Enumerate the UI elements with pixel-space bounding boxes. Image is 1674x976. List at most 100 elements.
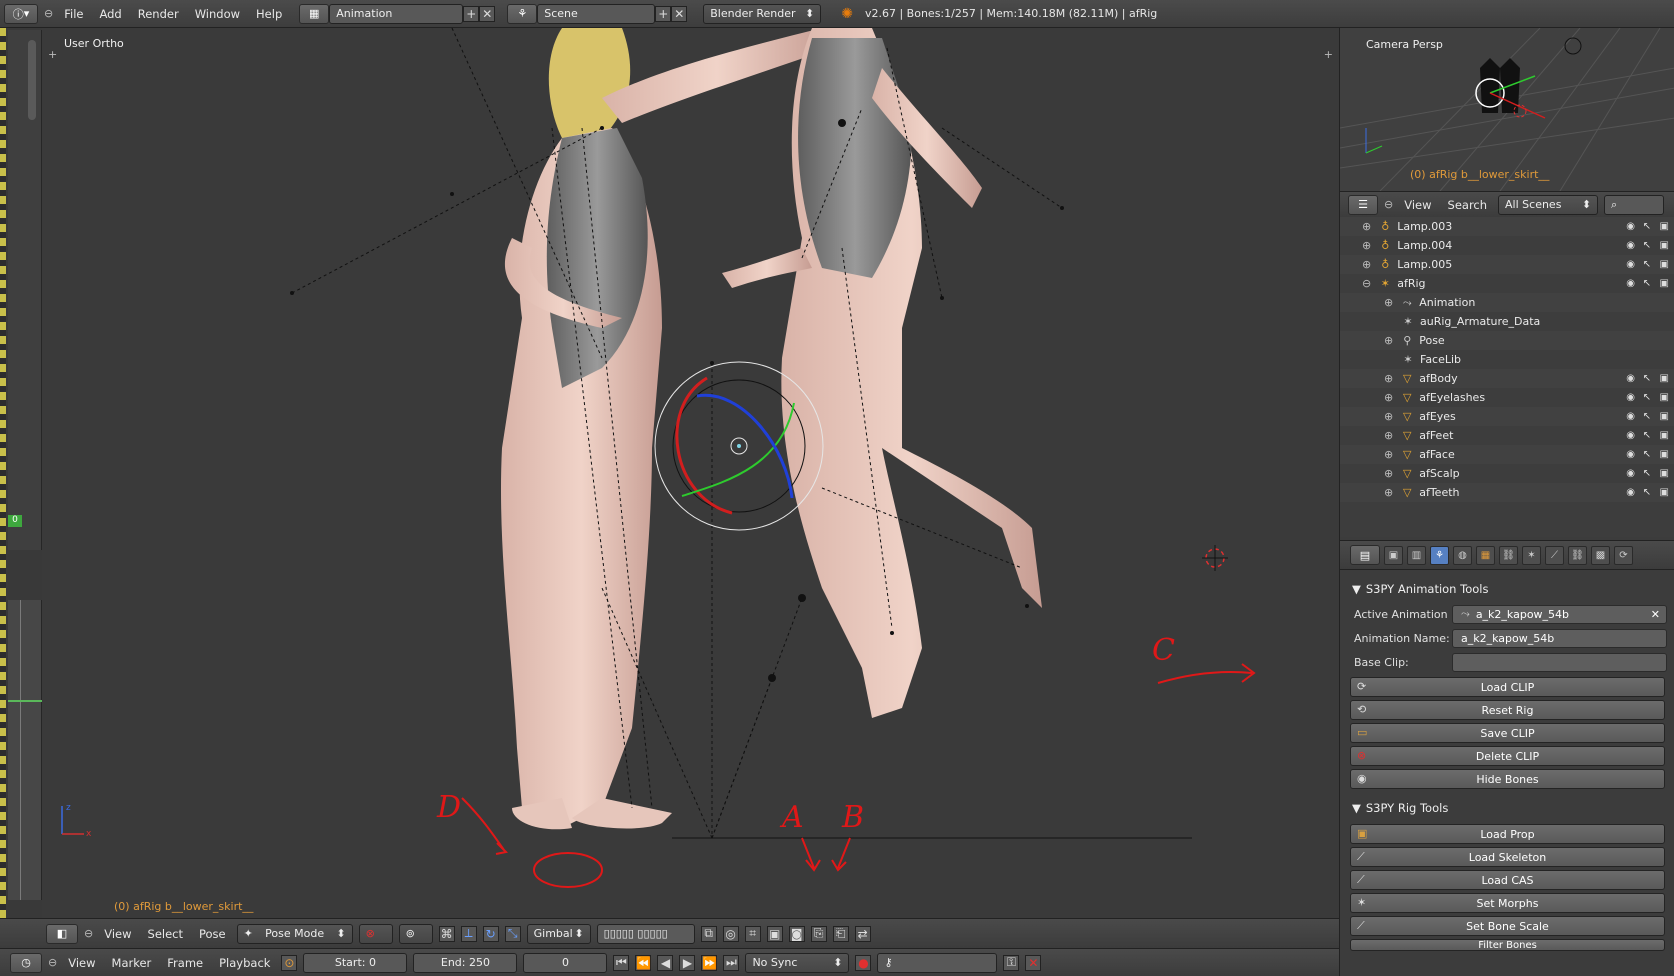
eye-icon[interactable]: ◉	[1626, 373, 1635, 384]
add-scene-icon[interactable]: +	[655, 5, 672, 22]
cursor-icon[interactable]: ↖	[1643, 487, 1651, 498]
expand-icon[interactable]: ⊕	[1384, 486, 1393, 499]
outliner-row[interactable]: ⊕ ▽ afFeet ◉ ↖ ▣	[1340, 426, 1674, 445]
current-frame-field[interactable]: 0	[523, 952, 608, 973]
scene-field[interactable]: Scene	[537, 3, 656, 24]
camera-icon[interactable]: ▣	[1660, 411, 1669, 422]
camera-icon[interactable]: ▣	[1660, 487, 1669, 498]
menu-frame[interactable]: Frame	[162, 956, 208, 970]
jump-start-icon[interactable]: ⏮	[613, 954, 630, 971]
expand-icon[interactable]: ⊕	[1384, 334, 1393, 347]
copy-pose-icon[interactable]: ⎘	[810, 925, 827, 942]
expand-icon[interactable]: ⊕	[1384, 391, 1393, 404]
display-mode-select[interactable]: All Scenes ⬍	[1498, 194, 1599, 215]
timeline-ruler[interactable]	[8, 600, 42, 900]
outliner-row[interactable]: ⊖ ✶ afRig ◉ ↖ ▣	[1340, 274, 1674, 293]
jump-next-keyframe-icon[interactable]: ⏩	[701, 954, 718, 971]
load-clip-button[interactable]: ⟳ Load CLIP	[1350, 677, 1665, 697]
load-cas-button[interactable]: ⟋ Load CAS	[1350, 870, 1665, 890]
physics-tab-icon[interactable]: ⟳	[1614, 545, 1633, 565]
expand-icon[interactable]: ⊕	[1384, 372, 1393, 385]
menu-render[interactable]: Render	[133, 7, 184, 21]
camera-icon[interactable]: ▣	[1660, 259, 1669, 270]
world-tab-icon[interactable]: ◍	[1453, 545, 1472, 565]
collapse-menu-icon[interactable]: ⊖	[44, 7, 53, 20]
expand-icon[interactable]: ⊕	[1384, 410, 1393, 423]
eye-icon[interactable]: ◉	[1626, 487, 1635, 498]
render-camera-icon[interactable]: ◙	[788, 925, 805, 942]
editor-type-3dview-button[interactable]: ◧	[46, 923, 78, 944]
hide-bones-button[interactable]: ◉ Hide Bones	[1350, 769, 1665, 789]
menu-search[interactable]: Search	[1443, 198, 1493, 212]
lock-camera-icon[interactable]: ⧉	[700, 925, 717, 942]
animation-name-input[interactable]: a_k2_kapow_54b	[1452, 628, 1667, 648]
outliner-tree[interactable]: ⊕ ♁ Lamp.003 ◉ ↖ ▣ ⊕ ♁ Lamp.004 ◉ ↖ ▣ ⊕ ♁ Lamp.005 ◉ ↖…	[1340, 217, 1674, 537]
camera-icon[interactable]: ▣	[1660, 430, 1669, 441]
eye-icon[interactable]: ◉	[1626, 240, 1635, 251]
outliner-row[interactable]: ⊕ ♁ Lamp.003 ◉ ↖ ▣	[1340, 217, 1674, 236]
outliner-row[interactable]: ⊕ ▽ afTeeth ◉ ↖ ▣	[1340, 483, 1674, 502]
remove-scene-icon[interactable]: ✕	[671, 5, 688, 22]
editor-type-outliner-button[interactable]: ☰	[1348, 194, 1378, 215]
add-screen-icon[interactable]: +	[463, 5, 480, 22]
menu-playback[interactable]: Playback	[214, 956, 275, 970]
cursor-icon[interactable]: ↖	[1643, 449, 1651, 460]
set-bone-scale-button[interactable]: ⟋ Set Bone Scale	[1350, 916, 1665, 936]
collapse-menu-icon[interactable]: ⊖	[84, 927, 93, 940]
mode-select[interactable]: ✦ Pose Mode ⬍	[236, 923, 353, 944]
expand-icon[interactable]: ⊕	[1384, 296, 1393, 309]
render-layers-tab-icon[interactable]: ▥	[1407, 545, 1426, 565]
eye-icon[interactable]: ◉	[1626, 221, 1635, 232]
base-clip-input[interactable]	[1452, 652, 1667, 672]
preview-range-icon[interactable]: ⊙	[281, 954, 298, 971]
menu-add[interactable]: Add	[94, 7, 126, 21]
outliner-row[interactable]: ⊕ ▽ afScalp ◉ ↖ ▣	[1340, 464, 1674, 483]
bone-tab-icon[interactable]: ⟋	[1545, 545, 1564, 565]
play-icon[interactable]: ▶	[679, 954, 696, 971]
eye-icon[interactable]: ◉	[1626, 278, 1635, 289]
layer-buttons[interactable]: ▯▯▯▯▯ ▯▯▯▯▯	[596, 923, 695, 944]
camera-viewport[interactable]: Camera Persp (0) afRig b__lower_skirt__	[1340, 28, 1674, 191]
menu-window[interactable]: Window	[190, 7, 245, 21]
scrollbar-thumb[interactable]	[28, 40, 36, 120]
camera-icon[interactable]: ▣	[1660, 392, 1669, 403]
reset-rig-button[interactable]: ⟲ Reset Rig	[1350, 700, 1665, 720]
play-reverse-icon[interactable]: ◀	[657, 954, 674, 971]
screen-layout-field[interactable]: Animation	[329, 3, 464, 24]
delete-clip-button[interactable]: ⊗ Delete CLIP	[1350, 746, 1665, 766]
screen-layout-browse-button[interactable]: ▦	[299, 3, 330, 24]
view-plus-icon[interactable]: +	[1324, 48, 1333, 61]
expand-icon[interactable]: ⊕	[1362, 220, 1371, 233]
menu-marker[interactable]: Marker	[107, 956, 157, 970]
constraints-tab-icon[interactable]: ⛓	[1499, 545, 1518, 565]
load-prop-button[interactable]: ▣ Load Prop	[1350, 824, 1665, 844]
menu-view[interactable]: View	[99, 927, 136, 941]
outliner-row[interactable]: ✶ FaceLib	[1340, 350, 1674, 369]
expand-icon[interactable]: ⊕	[1384, 448, 1393, 461]
cursor-icon[interactable]: ↖	[1643, 278, 1651, 289]
delete-keyframe-icon[interactable]: ✕	[1025, 954, 1042, 971]
transform-orientation-select[interactable]: Gimbal ⬍	[526, 923, 591, 944]
clear-icon[interactable]: ✕	[1651, 608, 1660, 621]
collapse-icon[interactable]: ⊖	[1362, 277, 1371, 290]
menu-view[interactable]: View	[1399, 198, 1436, 212]
camera-icon[interactable]: ▣	[1660, 240, 1669, 251]
scene-browse-button[interactable]: ⚘	[507, 3, 538, 24]
cursor-icon[interactable]: ↖	[1643, 392, 1651, 403]
eye-icon[interactable]: ◉	[1626, 259, 1635, 270]
load-skeleton-button[interactable]: ⟋ Load Skeleton	[1350, 847, 1665, 867]
editor-type-properties-button[interactable]: ▤	[1350, 545, 1380, 565]
scene-tab-icon[interactable]: ⚘	[1430, 545, 1449, 565]
cursor-icon[interactable]: ↖	[1643, 259, 1651, 270]
cursor-icon[interactable]: ↖	[1643, 240, 1651, 251]
menu-select[interactable]: Select	[143, 927, 188, 941]
outliner-row[interactable]: ⊕ ▽ afFace ◉ ↖ ▣	[1340, 445, 1674, 464]
object-data-tab-icon[interactable]: ✶	[1522, 545, 1541, 565]
cursor-icon[interactable]: ↖	[1643, 411, 1651, 422]
keying-set-field[interactable]: ⚷	[877, 952, 998, 973]
collapse-menu-icon[interactable]: ⊖	[48, 956, 57, 969]
toolshelf-plus-icon[interactable]: +	[48, 48, 57, 61]
menu-view[interactable]: View	[63, 956, 100, 970]
end-frame-field[interactable]: End: 250	[413, 952, 518, 973]
render-only-icon[interactable]: ▣	[766, 925, 783, 942]
